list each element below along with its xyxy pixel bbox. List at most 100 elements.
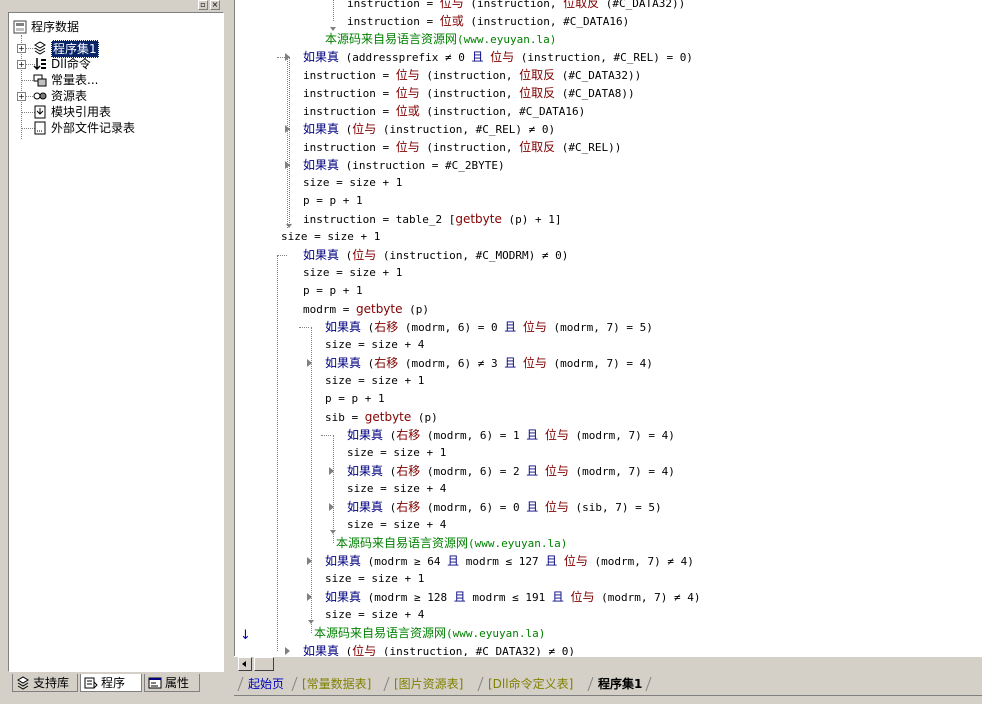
code-text: size = size + 1 <box>303 266 403 279</box>
function-name: 位与 <box>570 590 595 604</box>
function-name: 位与 <box>544 428 569 442</box>
code-line[interactable]: size = size + 1 <box>347 444 446 462</box>
code-text: (modrm ≥ 64 <box>361 555 448 568</box>
code-line[interactable]: instruction = 位或 (instruction, #C_DATA16… <box>347 12 629 30</box>
code-line[interactable]: 如果真 (位与 (instruction, #C_DATA32) ≠ 0) <box>303 642 575 656</box>
code-line[interactable]: size = size + 4 <box>325 606 424 624</box>
code-line[interactable]: 如果真 (addressprefix ≠ 0 且 位与 (instruction… <box>303 48 693 66</box>
tab-program[interactable]: 程序 <box>80 674 142 692</box>
code-line[interactable]: 如果真 (右移 (modrm, 6) ≠ 3 且 位与 (modrm, 7) =… <box>325 354 653 372</box>
code-line[interactable]: 如果真 (位与 (instruction, #C_REL) ≠ 0) <box>303 120 555 138</box>
code-line[interactable]: instruction = table_2 [getbyte (p) + 1] <box>303 210 561 228</box>
doc-tab[interactable]: [常量数据表] <box>302 675 371 693</box>
comment: (www.eyuyan.la) <box>446 627 546 640</box>
code-text: (p) <box>402 303 429 316</box>
restore-icon[interactable]: ▫ <box>198 0 208 10</box>
doc-tab[interactable]: [Dll命令定义表] <box>488 675 573 693</box>
expand-icon[interactable]: + <box>17 60 26 69</box>
code-line[interactable]: p = p + 1 <box>303 282 363 300</box>
tree-item-dll[interactable]: + Dll命令 <box>9 56 223 72</box>
tab-properties[interactable]: 属性 <box>144 674 200 692</box>
tree-item-constants[interactable]: 常量表... <box>9 72 223 88</box>
function-name: 位与 <box>395 86 420 100</box>
code-line[interactable]: 如果真 (modrm ≥ 64 且 modrm ≤ 127 且 位与 (modr… <box>325 552 694 570</box>
function-name: 右移 <box>396 500 421 514</box>
function-name: 位取反 <box>563 0 600 10</box>
tree-item-assembly[interactable]: + 程序集1 <box>9 40 223 58</box>
code-line[interactable]: 如果真 (modrm ≥ 128 且 modrm ≤ 191 且 位与 (mod… <box>325 588 700 606</box>
code-line[interactable]: 如果真 (位与 (instruction, #C_MODRM) ≠ 0) <box>303 246 568 264</box>
code-line[interactable]: 如果真 (instruction = #C_2BYTE) <box>303 156 505 174</box>
code-line[interactable]: size = size + 1 <box>325 570 424 588</box>
code-line[interactable]: size = size + 4 <box>347 480 446 498</box>
tab-library[interactable]: 支持库 <box>12 674 78 692</box>
flow-line <box>321 435 331 436</box>
flow-arrow-icon <box>329 503 334 511</box>
code-line[interactable]: modrm = getbyte (p) <box>303 300 429 318</box>
code-line[interactable]: 本源码来自易语言资源网(www.eyuyan.la) <box>336 534 567 552</box>
doc-tab[interactable]: 程序集1 <box>598 675 642 693</box>
tree-item-file-records[interactable]: 外部文件记录表 <box>9 120 223 136</box>
tree-item-modules[interactable]: 模块引用表 <box>9 104 223 120</box>
code-text: (p) + 1] <box>501 213 562 226</box>
code-line[interactable]: size = size + 1 <box>303 174 402 192</box>
keyword: 且 <box>447 554 460 568</box>
flow-line <box>289 165 290 225</box>
expand-icon[interactable]: + <box>17 92 26 101</box>
code-line[interactable]: 如果真 (右移 (modrm, 6) = 0 且 位与 (sib, 7) = 5… <box>347 498 662 516</box>
code-line[interactable]: instruction = 位与 (instruction, 位取反 (#C_D… <box>303 84 635 102</box>
function-name: 位或 <box>395 104 420 118</box>
code-line[interactable]: instruction = 位与 (instruction, 位取反 (#C_D… <box>347 0 685 12</box>
code-line[interactable]: size = size + 4 <box>325 336 424 354</box>
code-line[interactable]: 如果真 (右移 (modrm, 6) = 1 且 位与 (modrm, 7) =… <box>347 426 675 444</box>
flow-arrow-down-icon <box>308 620 314 624</box>
code-text: (instruction, #C_DATA16) <box>419 105 586 118</box>
horizontal-scrollbar[interactable] <box>234 656 982 673</box>
project-tree[interactable]: 程序数据 + 程序集1 + Dll命令 常量表... + 资源表 模块引用表 外… <box>8 12 224 672</box>
function-name: 位与 <box>395 140 420 154</box>
code-text: ( <box>383 501 397 514</box>
keyword: 且 <box>504 320 517 334</box>
code-text: (modrm, 7) = 4) <box>546 357 653 370</box>
keyword: 且 <box>504 356 517 370</box>
doc-tab[interactable]: [图片资源表] <box>394 675 463 693</box>
scroll-left-icon[interactable] <box>238 657 252 671</box>
code-editor[interactable]: instruction = 位与 (instruction, 位取反 (#C_D… <box>234 0 982 656</box>
code-line[interactable]: 本源码来自易语言资源网(www.eyuyan.la) <box>314 624 545 642</box>
code-line[interactable]: 本源码来自易语言资源网(www.eyuyan.la) <box>325 30 556 48</box>
code-line[interactable]: size = size + 1 <box>325 372 424 390</box>
code-text: p = p + 1 <box>325 392 385 405</box>
keyword: 如果真 <box>347 500 384 514</box>
tree-item-resources[interactable]: + 资源表 <box>9 88 223 104</box>
scroll-thumb[interactable] <box>254 657 274 671</box>
code-line[interactable]: p = p + 1 <box>325 390 385 408</box>
close-icon[interactable]: × <box>210 0 220 10</box>
code-line[interactable]: sib = getbyte (p) <box>325 408 438 426</box>
panel-title-buttons: ▫ × <box>196 0 226 10</box>
code-line[interactable]: size = size + 1 <box>303 264 402 282</box>
flow-arrow-down-icon <box>330 530 336 534</box>
keyword: 且 <box>526 500 539 514</box>
comment: (www.eyuyan.la) <box>468 537 568 550</box>
assembly-icon <box>34 41 46 55</box>
code-line[interactable]: 如果真 (右移 (modrm, 6) = 2 且 位与 (modrm, 7) =… <box>347 462 675 480</box>
doc-tab[interactable]: 起始页 <box>248 675 284 693</box>
flow-arrow-icon <box>329 467 334 475</box>
left-panel-tabs: 支持库 程序 属性 <box>8 674 224 694</box>
expand-icon[interactable]: + <box>17 44 26 53</box>
file-record-icon <box>34 121 46 135</box>
code-line[interactable]: instruction = 位或 (instruction, #C_DATA16… <box>303 102 585 120</box>
code-line[interactable]: 如果真 (右移 (modrm, 6) = 0 且 位与 (modrm, 7) =… <box>325 318 653 336</box>
code-text: ( <box>361 321 375 334</box>
code-line[interactable]: size = size + 1 <box>281 228 380 246</box>
code-line[interactable]: p = p + 1 <box>303 192 363 210</box>
code-text: modrm = <box>303 303 356 316</box>
code-text: instruction = <box>347 15 440 28</box>
code-line[interactable]: instruction = 位与 (instruction, 位取反 (#C_D… <box>303 66 641 84</box>
flow-line <box>277 57 285 58</box>
code-line[interactable]: size = size + 4 <box>347 516 446 534</box>
code-text: ( <box>339 645 353 656</box>
code-line[interactable]: instruction = 位与 (instruction, 位取反 (#C_R… <box>303 138 621 156</box>
code-text: (modrm, 6) ≠ 3 <box>398 357 505 370</box>
function-name: 位与 <box>563 554 588 568</box>
